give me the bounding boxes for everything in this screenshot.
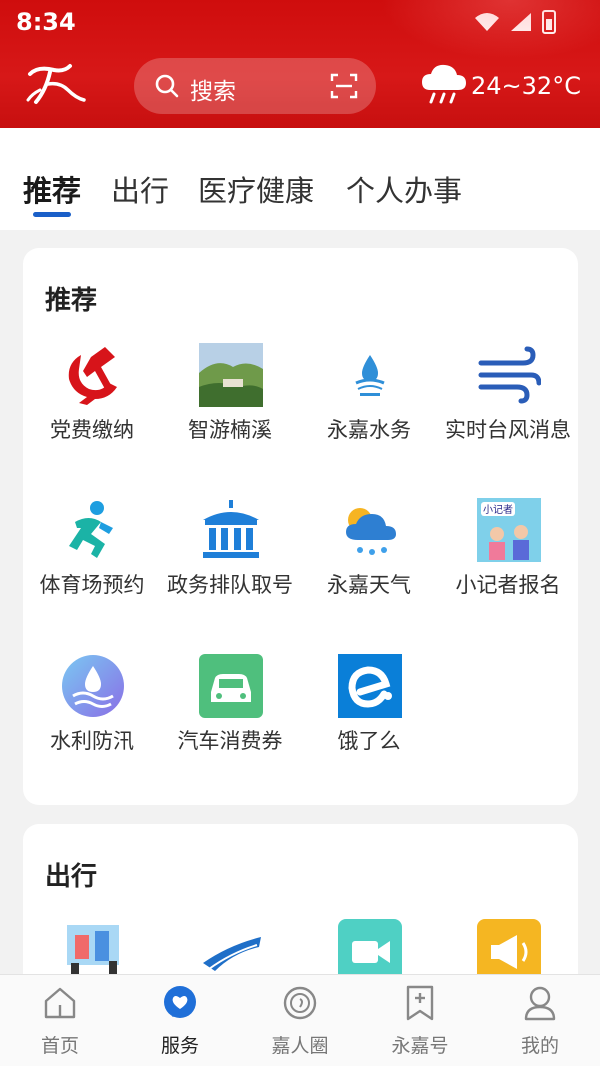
government-building-icon [203,500,259,558]
circle-swirl-icon [283,986,317,1020]
bookmark-plus-icon [406,985,434,1021]
search-icon [155,74,179,98]
tab-indicator [33,212,71,217]
party-emblem-icon [68,347,117,405]
tab-medical[interactable]: 医疗健康 [198,168,314,210]
recommend-card: 推荐 党费缴纳 智游楠溪 永嘉水务 实时台风消息 体育场预约 政务排队取号 永嘉… [23,248,578,805]
category-tabs: 推荐 出行 医疗健康 个人办事 [0,128,600,230]
heart-chat-icon [164,986,196,1018]
tile-label: 党费缴纳 [50,418,134,442]
nav-mine[interactable]: 我的 [480,975,600,1066]
status-time: 8:34 [16,8,76,36]
wifi-icon [475,13,499,31]
nav-circle[interactable]: 嘉人圈 [240,975,360,1066]
rain-cloud-icon[interactable] [420,62,468,106]
nav-label: 服务 [160,1035,199,1057]
nav-home[interactable]: 首页 [0,975,120,1066]
battery-icon [542,10,556,34]
section-title: 推荐 [45,286,98,316]
reporter-poster-icon: 小记者 [477,498,541,562]
car-icon [199,654,263,718]
tile-label: 水利防汛 [50,729,134,753]
tile-label: 实时台风消息 [445,418,571,442]
bottom-navigation: 首页 服务 嘉人圈 永嘉号 我的 [0,974,600,1066]
tile-label: 政务排队取号 [167,573,293,597]
tile-label: 永嘉天气 [327,573,411,597]
eleme-logo-icon [338,654,402,718]
user-icon [524,986,556,1021]
tile-label: 永嘉水务 [327,418,411,442]
tile-label: 饿了么 [337,729,401,753]
temperature: 24~32°C [471,72,581,100]
tile-label: 汽车消费券 [177,729,283,753]
search-bar[interactable]: 搜索 [134,58,376,114]
app-logo[interactable] [24,60,88,108]
nav-label: 永嘉号 [391,1035,449,1057]
tile-label: 小记者报名 [455,573,561,597]
nav-services[interactable]: 服务 [120,975,240,1066]
wind-icon [478,346,541,404]
water-wave-icon [62,655,124,717]
home-icon [44,987,76,1019]
running-person-icon [69,501,113,558]
signal-icon [511,13,531,31]
tile-label: 体育场预约 [39,573,145,597]
nav-label: 首页 [40,1035,79,1057]
svg-text:小记者: 小记者 [483,504,513,516]
nav-label: 嘉人圈 [271,1035,329,1057]
tile-label: 智游楠溪 [188,418,272,442]
section-title: 出行 [45,862,98,892]
scan-icon[interactable] [330,73,358,99]
app-header: 8:34 搜索 24~32°C [0,0,600,128]
landscape-photo-icon [199,343,263,407]
search-placeholder: 搜索 [190,79,236,105]
water-drop-logo-icon [355,355,385,396]
tab-personal-affairs[interactable]: 个人办事 [346,168,462,210]
nav-label: 我的 [520,1035,559,1057]
tab-recommend[interactable]: 推荐 [23,168,81,210]
status-icons [474,10,556,34]
tab-travel[interactable]: 出行 [111,168,169,210]
weather-sun-cloud-icon [346,508,396,555]
nav-yongjia-account[interactable]: 永嘉号 [360,975,480,1066]
